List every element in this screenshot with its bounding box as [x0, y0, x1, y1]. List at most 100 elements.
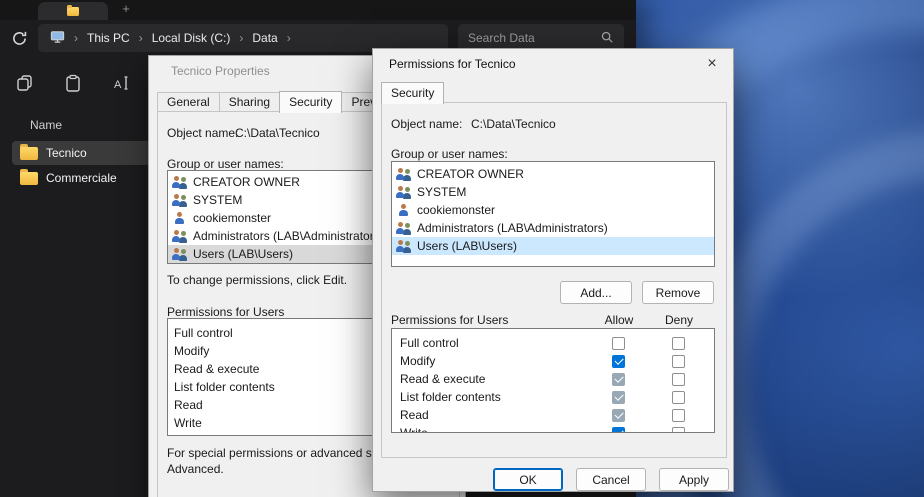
group-row-creator-owner[interactable]: CREATOR OWNER	[392, 165, 714, 183]
deny-checkbox-read-execute[interactable]	[672, 373, 685, 386]
close-button[interactable]	[691, 49, 733, 79]
group-icon	[396, 167, 412, 181]
group-names-label: Group or user names:	[391, 147, 508, 161]
group-row-system[interactable]: SYSTEM	[392, 183, 714, 201]
folder-icon	[67, 7, 79, 16]
paste-icon[interactable]	[62, 72, 84, 94]
allow-checkbox-write[interactable]	[612, 427, 625, 434]
user-icon	[172, 211, 188, 225]
user-icon	[396, 203, 412, 217]
group-name: CREATOR OWNER	[417, 167, 524, 181]
group-icon	[172, 193, 188, 207]
this-pc-icon	[50, 29, 65, 47]
allow-checkbox-modify[interactable]	[612, 355, 625, 368]
group-name: Users (LAB\Users)	[193, 247, 293, 261]
deny-checkbox-read[interactable]	[672, 409, 685, 422]
new-tab-button[interactable]	[118, 1, 134, 19]
chevron-right-icon	[74, 31, 78, 45]
close-icon	[707, 55, 716, 73]
deny-column-header: Deny	[649, 313, 709, 327]
tab-security[interactable]: Security	[279, 91, 342, 113]
permission-name: Modify	[392, 354, 588, 368]
breadcrumb-data[interactable]: Data	[252, 31, 277, 45]
group-name: SYSTEM	[193, 193, 242, 207]
breadcrumb-local-disk-c[interactable]: Local Disk (C:)	[152, 31, 231, 45]
group-icon	[396, 221, 412, 235]
folder-row-tecnico[interactable]: Tecnico	[12, 141, 152, 165]
ok-button[interactable]: OK	[493, 468, 563, 491]
chevron-right-icon	[139, 31, 143, 45]
permission-name: Read & execute	[392, 372, 588, 386]
allow-checkbox-full-control[interactable]	[612, 337, 625, 350]
folder-name: Tecnico	[46, 146, 87, 160]
permissions-table: Full control Modify Read & execute List …	[391, 328, 715, 433]
group-name: Users (LAB\Users)	[417, 239, 517, 253]
object-name-label: Object name:	[391, 117, 462, 131]
group-name: Administrators (LAB\Administrators)	[417, 221, 608, 235]
folder-name: Commerciale	[46, 171, 117, 185]
deny-checkbox-list-folder-contents[interactable]	[672, 391, 685, 404]
folder-icon	[20, 172, 38, 185]
edit-hint-text: To change permissions, click Edit.	[167, 273, 347, 287]
group-name: cookiemonster	[417, 203, 495, 217]
allow-checkbox-list-folder-contents[interactable]	[612, 391, 625, 404]
object-name-value: C:\Data\Tecnico	[235, 126, 320, 140]
group-icon	[396, 239, 412, 253]
chevron-right-icon	[287, 31, 291, 45]
group-row-cookiemonster[interactable]: cookiemonster	[392, 201, 714, 219]
remove-button[interactable]: Remove	[642, 281, 714, 304]
group-name: Administrators (LAB\Administrators)	[193, 229, 384, 243]
refresh-icon[interactable]	[10, 29, 28, 47]
chevron-right-icon	[239, 31, 243, 45]
deny-checkbox-write[interactable]	[672, 427, 685, 434]
permission-row-modify: Modify	[392, 352, 714, 370]
permission-row-write: Write	[392, 424, 714, 433]
permissions-dialog-title: Permissions for Tecnico	[373, 49, 733, 79]
object-name-label: Object name:	[167, 126, 238, 140]
tab-security[interactable]: Security	[381, 82, 444, 104]
explorer-tab[interactable]	[38, 2, 108, 20]
permissions-table-header: Permissions for Users Allow Deny	[391, 313, 715, 327]
permission-name: Full control	[392, 336, 588, 350]
deny-checkbox-full-control[interactable]	[672, 337, 685, 350]
permission-row-read-execute: Read & execute	[392, 370, 714, 388]
permissions-dialog-tabs: Security	[381, 82, 444, 103]
group-row-administrators[interactable]: Administrators (LAB\Administrators)	[392, 219, 714, 237]
group-names-listbox: CREATOR OWNER SYSTEM cookiemonster Admin…	[391, 161, 715, 267]
cancel-button[interactable]: Cancel	[576, 468, 646, 491]
add-button[interactable]: Add...	[560, 281, 632, 304]
deny-checkbox-modify[interactable]	[672, 355, 685, 368]
group-names-label: Group or user names:	[167, 157, 284, 171]
group-icon	[172, 175, 188, 189]
permissions-dialog: Permissions for Tecnico Security Object …	[372, 48, 734, 492]
tab-general[interactable]: General	[157, 92, 220, 112]
group-name: SYSTEM	[417, 185, 466, 199]
group-row-users[interactable]: Users (LAB\Users)	[392, 237, 714, 255]
tab-sharing[interactable]: Sharing	[219, 92, 280, 112]
allow-column-header: Allow	[589, 313, 649, 327]
breadcrumb-this-pc[interactable]: This PC	[87, 31, 130, 45]
search-placeholder: Search Data	[468, 31, 535, 45]
allow-checkbox-read-execute[interactable]	[612, 373, 625, 386]
group-name: CREATOR OWNER	[193, 175, 300, 189]
permissions-for-users-label: Permissions for Users	[391, 313, 589, 327]
permission-row-list-folder-contents: List folder contents	[392, 388, 714, 406]
permission-name: List folder contents	[392, 390, 588, 404]
permission-row-read: Read	[392, 406, 714, 424]
rename-icon[interactable]: A	[110, 72, 132, 94]
apply-button[interactable]: Apply	[659, 468, 729, 491]
permission-name: Write	[392, 426, 588, 433]
permission-row-full-control: Full control	[392, 334, 714, 352]
allow-checkbox-read[interactable]	[612, 409, 625, 422]
group-name: cookiemonster	[193, 211, 271, 225]
group-icon	[396, 185, 412, 199]
folder-icon	[20, 147, 38, 160]
group-icon	[172, 247, 188, 261]
copy-icon[interactable]	[14, 72, 36, 94]
group-icon	[172, 229, 188, 243]
permission-name: Read	[392, 408, 588, 422]
folder-row-commerciale[interactable]: Commerciale	[12, 166, 152, 190]
explorer-tab-strip	[0, 0, 636, 20]
search-icon	[600, 30, 614, 47]
desktop: This PC Local Disk (C:) Data Search Data	[0, 0, 924, 497]
